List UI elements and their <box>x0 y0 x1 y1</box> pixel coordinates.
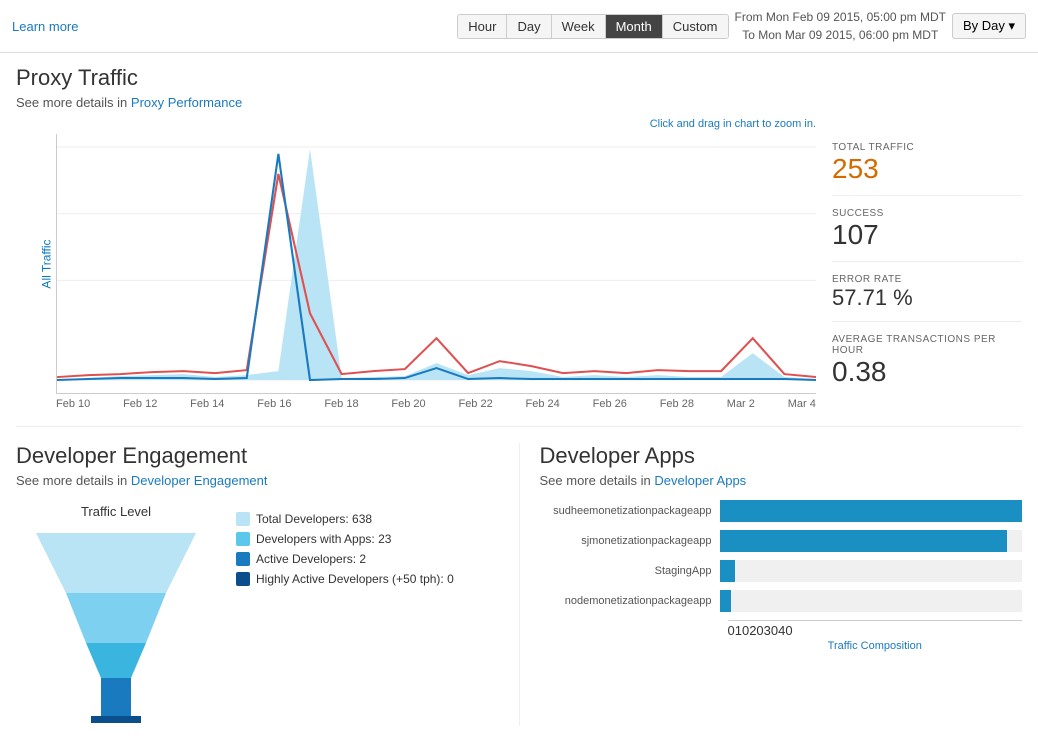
avg-stat: AVERAGE TRANSACTIONS PER HOUR 0.38 <box>832 334 1022 398</box>
top-bar: Learn more Hour Day Week Month Custom Fr… <box>0 0 1038 53</box>
by-day-button[interactable]: By Day ▾ <box>952 13 1026 39</box>
x-tick-0: 0 <box>728 623 735 638</box>
dev-engagement-link[interactable]: Developer Engagement <box>131 473 268 488</box>
legend-item-3: Highly Active Developers (+50 tph): 0 <box>236 572 454 586</box>
y-axis-label: All Traffic <box>40 239 54 288</box>
traffic-label: Traffic Level <box>16 504 216 519</box>
hour-button[interactable]: Hour <box>458 15 507 38</box>
bar-track-3 <box>720 590 1023 612</box>
funnel-legend: Total Developers: 638 Developers with Ap… <box>236 504 454 592</box>
legend-color-0 <box>236 512 250 526</box>
legend-label-1: Developers with Apps: 23 <box>256 532 391 546</box>
x-label-1: Feb 12 <box>123 398 157 410</box>
success-label: SUCCESS <box>832 208 1022 219</box>
legend-color-1 <box>236 532 250 546</box>
bar-chart-container: sudheemonetizationpackageapp sjmonetizat… <box>540 500 1023 652</box>
dev-apps-link[interactable]: Developer Apps <box>654 473 746 488</box>
dev-apps-title: Developer Apps <box>540 443 1023 469</box>
legend-label-3: Highly Active Developers (+50 tph): 0 <box>256 572 454 586</box>
bottom-row: Developer Engagement See more details in… <box>16 426 1022 726</box>
x-label-3: Feb 16 <box>257 398 291 410</box>
proxy-traffic-subtitle: See more details in Proxy Performance <box>16 95 1022 110</box>
dev-engagement-subtitle: See more details in Developer Engagement <box>16 473 499 488</box>
x-label-6: Feb 22 <box>458 398 492 410</box>
funnel-container: Traffic Level <box>16 504 499 726</box>
bar-row-3: nodemonetizationpackageapp <box>540 590 1023 612</box>
bar-label-0: sudheemonetizationpackageapp <box>540 505 720 517</box>
success-value: 107 <box>832 219 1022 251</box>
legend-color-2 <box>236 552 250 566</box>
error-rate-label: ERROR RATE <box>832 274 1022 285</box>
bar-row-2: StagingApp <box>540 560 1023 582</box>
funnel-svg <box>16 523 216 723</box>
legend-item-2: Active Developers: 2 <box>236 552 454 566</box>
main-content: Proxy Traffic See more details in Proxy … <box>0 53 1038 738</box>
dev-apps-subtitle: See more details in Developer Apps <box>540 473 1023 488</box>
legend-color-3 <box>236 572 250 586</box>
x-label-11: Mar 4 <box>788 398 816 410</box>
bar-track-2 <box>720 560 1023 582</box>
developer-engagement-section: Developer Engagement See more details in… <box>16 443 520 726</box>
bar-track-1 <box>720 530 1023 552</box>
month-button[interactable]: Month <box>606 15 663 38</box>
legend-item-1: Developers with Apps: 23 <box>236 532 454 546</box>
chart-area: Click and drag in chart to zoom in. All … <box>16 118 816 410</box>
bar-row-0: sudheemonetizationpackageapp <box>540 500 1023 522</box>
avg-label: AVERAGE TRANSACTIONS PER HOUR <box>832 334 1022 356</box>
bar-fill-3 <box>720 590 731 612</box>
chart-section: Click and drag in chart to zoom in. All … <box>16 118 1022 410</box>
week-button[interactable]: Week <box>552 15 606 38</box>
error-rate-stat: ERROR RATE 57.71 % <box>832 274 1022 322</box>
x-tick-3: 30 <box>764 623 778 638</box>
funnel-wrapper: Traffic Level <box>16 504 216 726</box>
avg-value: 0.38 <box>832 356 1022 388</box>
x-label-5: Feb 20 <box>391 398 425 410</box>
proxy-performance-link[interactable]: Proxy Performance <box>131 95 242 110</box>
proxy-traffic-title: Proxy Traffic <box>16 65 1022 91</box>
zoom-hint: Click and drag in chart to zoom in. <box>16 118 816 130</box>
line-chart[interactable]: All Traffic 75 50 25 0 <box>56 134 816 394</box>
time-btn-group: Hour Day Week Month Custom <box>457 14 728 39</box>
legend-label-0: Total Developers: 638 <box>256 512 372 526</box>
bar-track-0 <box>720 500 1023 522</box>
date-to: To Mon Mar 09 2015, 06:00 pm MDT <box>735 26 946 44</box>
total-traffic-label: TOTAL TRAFFIC <box>832 142 1022 153</box>
bar-chart-x-axis: 0 10 20 30 40 <box>728 620 1023 638</box>
bar-fill-2 <box>720 560 735 582</box>
x-label-8: Feb 26 <box>593 398 627 410</box>
x-labels: Feb 10 Feb 12 Feb 14 Feb 16 Feb 18 Feb 2… <box>56 394 816 410</box>
total-traffic-value: 253 <box>832 153 1022 185</box>
dev-engagement-title: Developer Engagement <box>16 443 499 469</box>
bar-fill-1 <box>720 530 1007 552</box>
time-controls: Hour Day Week Month Custom From Mon Feb … <box>457 8 1026 44</box>
bar-fill-0 <box>720 500 1023 522</box>
total-traffic-stat: TOTAL TRAFFIC 253 <box>832 142 1022 196</box>
legend-label-2: Active Developers: 2 <box>256 552 366 566</box>
x-tick-4: 40 <box>778 623 792 638</box>
day-button[interactable]: Day <box>507 15 551 38</box>
bar-label-1: sjmonetizationpackageapp <box>540 535 720 547</box>
date-range: From Mon Feb 09 2015, 05:00 pm MDT To Mo… <box>735 8 946 44</box>
custom-button[interactable]: Custom <box>663 15 728 38</box>
x-label-2: Feb 14 <box>190 398 224 410</box>
x-label-9: Feb 28 <box>660 398 694 410</box>
success-stat: SUCCESS 107 <box>832 208 1022 262</box>
bar-label-2: StagingApp <box>540 565 720 577</box>
error-rate-value: 57.71 % <box>832 285 1022 311</box>
learn-more-link[interactable]: Learn more <box>12 19 78 34</box>
x-tick-1: 10 <box>735 623 749 638</box>
bar-row-1: sjmonetizationpackageapp <box>540 530 1023 552</box>
developer-apps-section: Developer Apps See more details in Devel… <box>520 443 1023 726</box>
x-label-0: Feb 10 <box>56 398 90 410</box>
date-from: From Mon Feb 09 2015, 05:00 pm MDT <box>735 8 946 26</box>
x-label-7: Feb 24 <box>526 398 560 410</box>
bar-chart-x-label: Traffic Composition <box>728 640 1023 652</box>
traffic-chart-svg: 75 50 25 0 <box>57 134 816 393</box>
x-tick-2: 20 <box>749 623 763 638</box>
x-label-10: Mar 2 <box>727 398 755 410</box>
stats-panel: TOTAL TRAFFIC 253 SUCCESS 107 ERROR RATE… <box>832 118 1022 410</box>
x-label-4: Feb 18 <box>324 398 358 410</box>
bar-label-3: nodemonetizationpackageapp <box>540 595 720 607</box>
legend-item-0: Total Developers: 638 <box>236 512 454 526</box>
